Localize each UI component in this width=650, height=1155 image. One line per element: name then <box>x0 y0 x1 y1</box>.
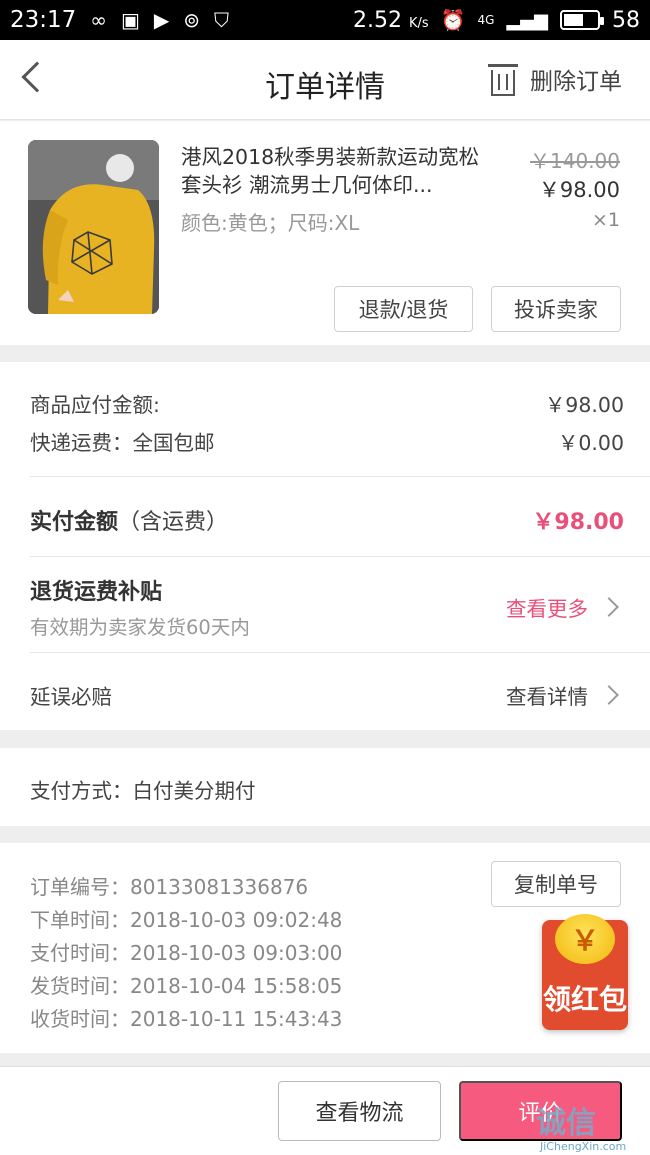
product-image[interactable] <box>28 140 159 314</box>
pay-time: 支付时间：2018-10-03 09:03:00 <box>30 941 343 965</box>
chevron-right-icon <box>599 597 619 617</box>
shield-icon: ⛉ <box>214 8 230 32</box>
order-info-card: 订单编号：80133081336876 下单时间：2018-10-03 09:0… <box>0 843 650 1053</box>
product-card: 港风2018秋季男装新款运动宽松套头衫 潮流男士几何体印... 颜色:黄色；尺码… <box>0 121 650 345</box>
amounts-card: 商品应付金额: ￥98.00 快递运费：全国包邮 ￥0.00 实付金额（含运费）… <box>0 362 650 730</box>
delete-order-button[interactable]: 删除订单 <box>488 62 622 96</box>
original-price: ￥140.00 <box>530 149 620 173</box>
goods-amount-value: ￥98.00 <box>544 393 624 417</box>
complain-seller-button[interactable]: 投诉卖家 <box>491 286 621 332</box>
paid-label: 实付金额（含运费） <box>30 510 229 535</box>
status-bar: 23:17 ∞ ▣ ▶ ⊚ ⛉ 2.52 K/s ⏰ 4G ▂▄▆ 58 <box>0 0 650 40</box>
order-time: 下单时间：2018-10-03 09:02:48 <box>30 908 343 932</box>
paid-value: ￥98.00 <box>532 510 624 535</box>
signal-icon: ▂▄▆ <box>506 9 548 31</box>
watermark-logo: 诚信 <box>536 1106 596 1141</box>
coin-icon: ￥ <box>555 914 615 964</box>
divider <box>30 556 650 557</box>
payment-method: 支付方式：白付美分期付 <box>30 779 256 803</box>
goods-amount-label: 商品应付金额: <box>30 393 160 417</box>
order-number: 订单编号：80133081336876 <box>30 875 309 899</box>
divider <box>30 476 650 477</box>
view-more-link[interactable]: 查看更多 <box>506 592 619 622</box>
payment-method-card: 支付方式：白付美分期付 <box>0 748 650 826</box>
paid-row: 实付金额（含运费） ￥98.00 <box>30 504 624 536</box>
return-subsidy-title: 退货运费补贴 <box>30 580 163 605</box>
product-title[interactable]: 港风2018秋季男装新款运动宽松套头衫 潮流男士几何体印... <box>181 143 481 199</box>
product-price: ￥98.00 <box>538 178 620 202</box>
view-logistics-button[interactable]: 查看物流 <box>278 1081 441 1141</box>
shipping-label: 快递运费：全国包邮 <box>30 431 215 455</box>
refund-button[interactable]: 退款/退货 <box>334 286 473 332</box>
copy-order-number-button[interactable]: 复制单号 <box>491 861 621 907</box>
trash-icon <box>488 62 518 96</box>
play-icon: ▶ <box>153 8 170 32</box>
red-packet-button[interactable]: ￥ 领红包 <box>542 914 628 1030</box>
battery-icon <box>560 10 604 30</box>
return-subsidy-desc: 有效期为卖家发货60天内 <box>30 616 250 639</box>
chevron-right-icon <box>599 685 619 705</box>
receive-time: 收货时间：2018-10-11 15:43:43 <box>30 1007 343 1031</box>
status-time: 23:17 <box>10 7 77 33</box>
watermark-url: JiChengXin.com <box>540 1140 627 1153</box>
product-spec: 颜色:黄色；尺码:XL <box>181 211 360 235</box>
hotspot-icon: ⊚ <box>183 8 201 32</box>
shipping-row: 快递运费：全国包邮 ￥0.00 <box>30 426 624 456</box>
divider <box>30 652 650 653</box>
ship-time: 发货时间：2018-10-04 15:58:05 <box>30 974 343 998</box>
watermark: 诚信 JiChengXin.com <box>528 1098 650 1155</box>
app-header: 订单详情 删除订单 <box>0 40 650 120</box>
goods-amount-row: 商品应付金额: ￥98.00 <box>30 388 624 418</box>
infinity-icon: ∞ <box>90 8 107 32</box>
view-details-link[interactable]: 查看详情 <box>506 680 619 710</box>
delete-order-label: 删除订单 <box>530 69 622 95</box>
network-speed: 2.52 K/s <box>352 7 429 33</box>
battery-percent: 58 <box>612 7 640 33</box>
alarm-icon: ⏰ <box>440 8 466 32</box>
notification-icon: ▣ <box>120 8 140 32</box>
red-packet-label: 领红包 <box>542 983 627 1016</box>
network-type: 4G <box>477 13 495 27</box>
product-quantity: ×1 <box>591 209 620 231</box>
shipping-value: ￥0.00 <box>557 431 624 455</box>
delay-compensation-label: 延误必赔 <box>30 685 112 709</box>
